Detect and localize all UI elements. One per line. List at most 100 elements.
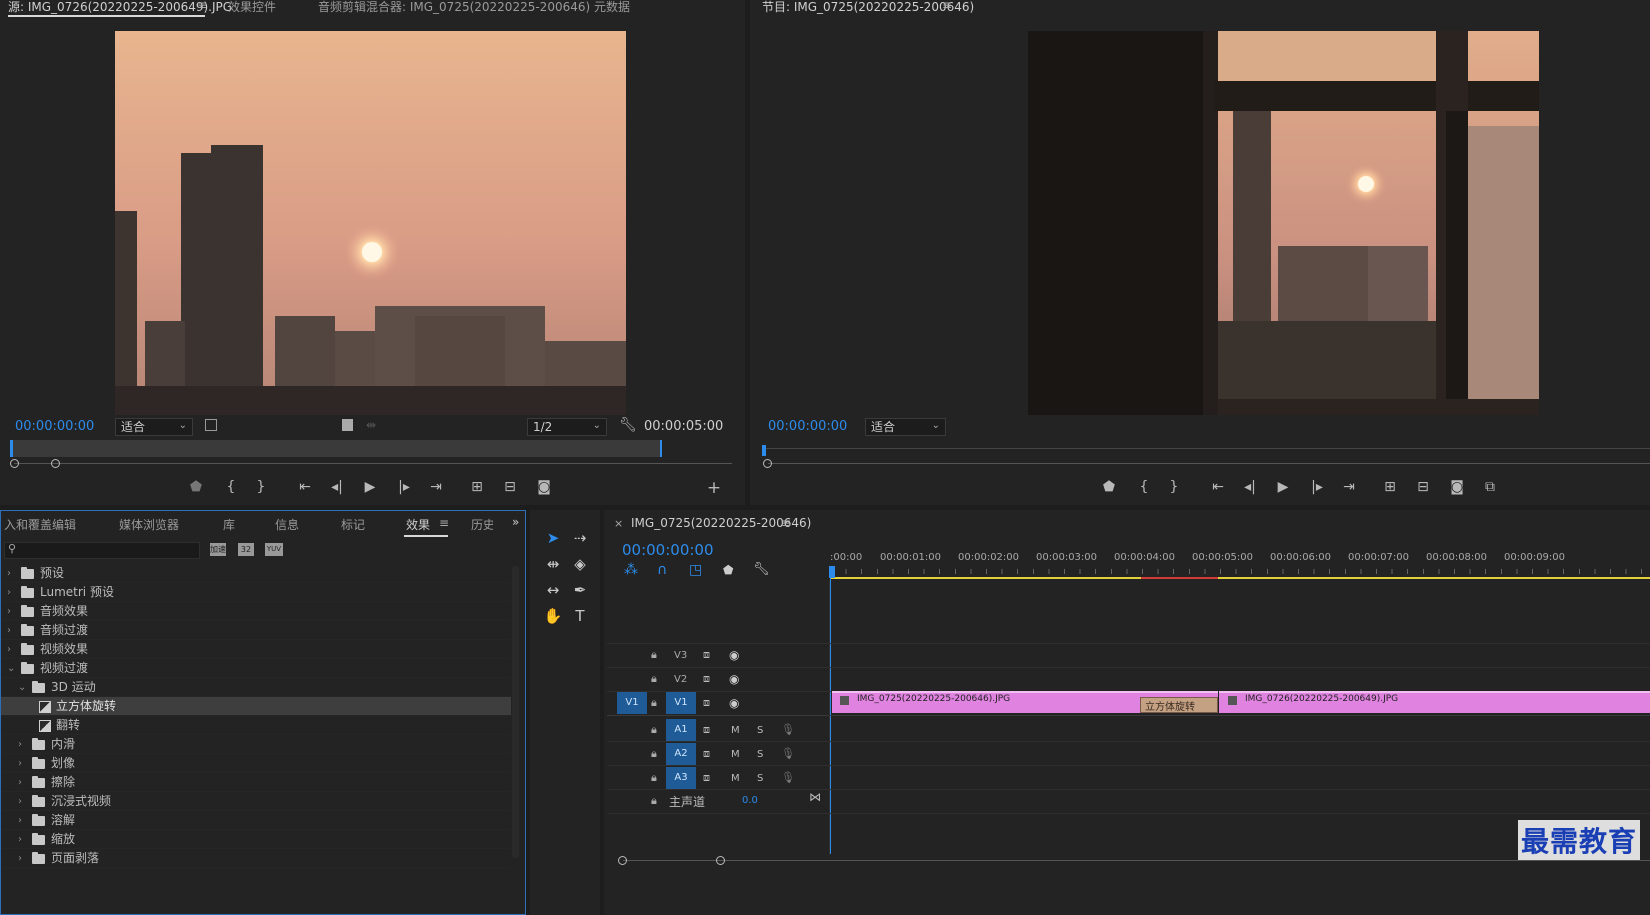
go-to-end-icon[interactable]: ⋈ bbox=[809, 790, 821, 804]
effect-item[interactable]: 立方体旋转 bbox=[1, 697, 511, 716]
snap-icon[interactable]: ⁂ bbox=[624, 562, 638, 578]
add-button-icon[interactable]: + bbox=[703, 478, 725, 498]
extract-icon[interactable]: ⊟ bbox=[1412, 477, 1434, 497]
v3-label[interactable]: V3 bbox=[674, 650, 687, 661]
effect-folder[interactable]: › 沉浸式视频 bbox=[1, 792, 511, 811]
program-scrub-bar[interactable] bbox=[763, 448, 1650, 458]
chevron-right-icon[interactable]: › bbox=[18, 735, 22, 754]
chevron-right-icon[interactable]: › bbox=[18, 773, 22, 792]
source-fit-dropdown[interactable]: 适合 ⌄ bbox=[115, 418, 193, 436]
accelerated-effects-filter[interactable]: 加速 bbox=[210, 543, 226, 556]
eye-icon[interactable]: ◉ bbox=[729, 696, 739, 710]
zoom-handle-right[interactable] bbox=[51, 459, 60, 468]
timeline-playhead-head[interactable] bbox=[829, 566, 835, 578]
add-marker-icon[interactable]: ⬟ bbox=[723, 563, 733, 577]
effect-folder[interactable]: › 擦除 bbox=[1, 773, 511, 792]
overwrite-icon[interactable]: ⊟ bbox=[499, 477, 521, 497]
32bit-effects-filter[interactable]: 32 bbox=[238, 543, 254, 556]
effect-item[interactable]: 翻转 bbox=[1, 716, 511, 735]
program-fit-dropdown[interactable]: 适合 ⌄ bbox=[865, 418, 946, 436]
ripple-edit-tool-icon[interactable]: ⇹ bbox=[540, 552, 566, 576]
play-icon[interactable]: ▶ bbox=[1272, 477, 1294, 497]
step-forward-icon[interactable]: |▸ bbox=[393, 477, 415, 497]
effect-folder[interactable]: › 内滑 bbox=[1, 735, 511, 754]
chevron-down-icon[interactable]: ⌄ bbox=[7, 659, 15, 678]
add-marker-icon[interactable]: ⬟ bbox=[1098, 477, 1120, 497]
drag-audio-icon[interactable]: ⇹ bbox=[366, 418, 376, 432]
timeline-zoom-handle-left[interactable] bbox=[618, 856, 627, 865]
sync-lock-icon[interactable]: ⧈ bbox=[703, 723, 710, 737]
chevron-right-icon[interactable]: › bbox=[18, 849, 22, 868]
selection-tool-icon[interactable]: ➤ bbox=[540, 526, 566, 550]
timeline-zoom-handle-right[interactable] bbox=[716, 856, 725, 865]
drag-video-icon[interactable] bbox=[342, 419, 353, 431]
effects-menu-icon[interactable]: ≡ bbox=[439, 516, 449, 530]
tab-audio-clip-mixer[interactable]: 音频剪辑混合器: IMG_0725(20220225-200646) bbox=[318, 0, 590, 15]
add-marker-icon[interactable]: ⬟ bbox=[185, 477, 207, 497]
tab-insert-overwrite[interactable]: 入和覆盖编辑 bbox=[4, 516, 76, 533]
mark-in-icon[interactable]: { bbox=[220, 477, 242, 497]
chevron-right-icon[interactable]: › bbox=[7, 583, 11, 602]
play-icon[interactable]: ▶ bbox=[359, 477, 381, 497]
source-patch-v1[interactable]: V1 bbox=[617, 692, 647, 714]
mute-a2-button[interactable]: M bbox=[731, 749, 740, 760]
comparison-view-icon[interactable]: ⧉ bbox=[1479, 477, 1501, 497]
a3-label[interactable]: A3 bbox=[666, 767, 696, 789]
go-to-in-icon[interactable]: ⇤ bbox=[294, 477, 316, 497]
export-frame-icon[interactable]: ◙ bbox=[533, 477, 555, 497]
hand-tool-icon[interactable]: ✋ bbox=[540, 604, 566, 628]
zoom-handle-left[interactable] bbox=[10, 459, 19, 468]
effect-folder[interactable]: › 视频效果 bbox=[1, 640, 511, 659]
program-playhead[interactable] bbox=[762, 445, 766, 456]
tab-metadata[interactable]: 元数据 bbox=[594, 0, 630, 15]
transition-cube-spin[interactable]: 立方体旋转 bbox=[1140, 697, 1218, 713]
step-back-icon[interactable]: ◂| bbox=[1239, 477, 1261, 497]
effect-folder[interactable]: › 缩放 bbox=[1, 830, 511, 849]
v2-label[interactable]: V2 bbox=[674, 674, 687, 685]
source-out-point[interactable] bbox=[660, 440, 662, 457]
track-select-tool-icon[interactable]: ⇢ bbox=[567, 526, 593, 550]
export-frame-icon[interactable]: ◙ bbox=[1446, 477, 1468, 497]
chevron-right-icon[interactable]: › bbox=[18, 811, 22, 830]
effect-folder[interactable]: › 页面剥落 bbox=[1, 849, 511, 868]
effect-folder[interactable]: › Lumetri 预设 bbox=[1, 583, 511, 602]
mark-out-icon[interactable]: } bbox=[1163, 477, 1185, 497]
resolution-dropdown[interactable]: 1/2 ⌄ bbox=[527, 418, 607, 436]
timeline-settings-icon[interactable]: 🔧︎ bbox=[753, 562, 770, 577]
solo-a3-button[interactable]: S bbox=[757, 773, 763, 784]
go-to-out-icon[interactable]: ⇥ bbox=[425, 477, 447, 497]
lock-icon[interactable]: 🔒︎ bbox=[651, 723, 657, 737]
sync-lock-icon[interactable]: ⧈ bbox=[703, 696, 710, 710]
effect-folder[interactable]: ⌄ 3D 运动 bbox=[1, 678, 511, 697]
chevron-right-icon[interactable]: › bbox=[7, 640, 11, 659]
clip-img-0726[interactable]: IMG_0726(20220225-200649).JPG bbox=[1219, 691, 1650, 713]
linked-selection-icon[interactable]: ∩ bbox=[657, 562, 667, 578]
lock-icon[interactable]: 🔒︎ bbox=[651, 794, 657, 808]
source-scrub-bar[interactable] bbox=[10, 440, 662, 457]
razor-tool-icon[interactable]: ◈ bbox=[567, 552, 593, 576]
lock-icon[interactable]: 🔒︎ bbox=[651, 672, 657, 686]
chevron-right-icon[interactable]: › bbox=[18, 792, 22, 811]
settings-wrench-icon[interactable]: 🔧︎ bbox=[619, 417, 637, 433]
chevron-right-icon[interactable]: › bbox=[7, 602, 11, 621]
effect-folder[interactable]: ⌄ 视频过渡 bbox=[1, 659, 511, 678]
chevron-right-icon[interactable]: › bbox=[18, 830, 22, 849]
effects-search-input[interactable]: ⚲ bbox=[4, 542, 200, 559]
close-sequence-icon[interactable]: × bbox=[614, 517, 623, 530]
mark-in-icon[interactable]: { bbox=[1133, 477, 1155, 497]
master-volume-value[interactable]: 0.0 bbox=[742, 795, 758, 806]
sync-lock-icon[interactable]: ⧈ bbox=[703, 771, 710, 785]
lock-icon[interactable]: 🔒︎ bbox=[651, 648, 657, 662]
a2-label[interactable]: A2 bbox=[666, 743, 696, 765]
go-to-out-icon[interactable]: ⇥ bbox=[1338, 477, 1360, 497]
microphone-icon[interactable]: 🎙︎ bbox=[781, 747, 795, 760]
lock-icon[interactable]: 🔒︎ bbox=[651, 771, 657, 785]
source-menu-icon[interactable]: ≡ bbox=[197, 0, 207, 12]
a1-label[interactable]: A1 bbox=[666, 719, 696, 741]
tab-history[interactable]: 历史 bbox=[471, 516, 493, 533]
lift-icon[interactable]: ⊞ bbox=[1379, 477, 1401, 497]
v1-label[interactable]: V1 bbox=[666, 692, 696, 714]
eye-icon[interactable]: ◉ bbox=[729, 672, 739, 686]
tab-media-browser[interactable]: 媒体浏览器 bbox=[119, 516, 179, 533]
chevron-down-icon[interactable]: ⌄ bbox=[18, 678, 26, 697]
